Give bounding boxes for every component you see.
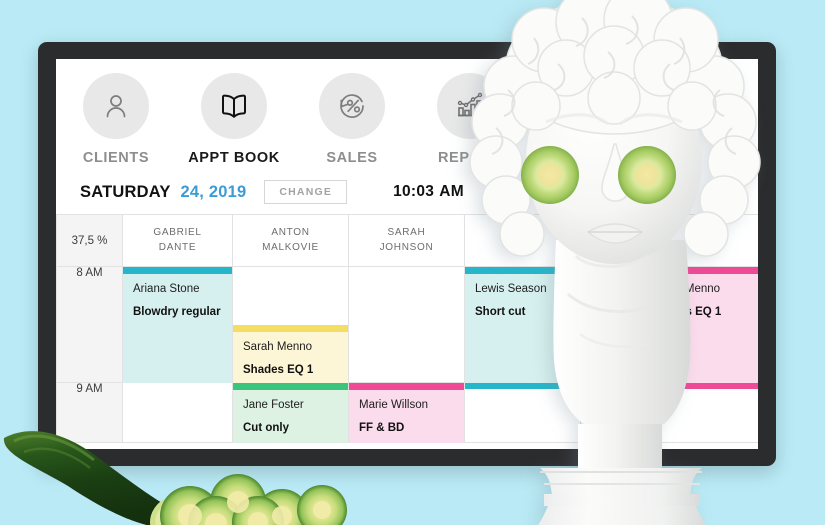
- open-book-icon: [222, 94, 246, 118]
- cucumber-slices: [160, 474, 347, 525]
- person-icon: [106, 95, 126, 118]
- stylist-last-name: MALKOVIE: [262, 241, 319, 253]
- appointment-client: Ariana Stone: [133, 283, 200, 295]
- nav-label-sales: SALES: [326, 150, 378, 166]
- appointment-block[interactable]: Marie Willson FF & BD: [349, 383, 464, 443]
- calendar-cell[interactable]: Ariana Stone Blowdry regular: [122, 266, 233, 383]
- stylist-first-name: GABRIEL: [153, 227, 202, 238]
- statue-pedestal: [538, 424, 706, 525]
- nav-label-appt-book: APPT BOOK: [188, 150, 280, 166]
- appointment-body: Marie Willson FF & BD: [349, 390, 464, 443]
- appointment-color-bar: [123, 267, 232, 274]
- clock-time: 10:03: [393, 183, 435, 200]
- occupancy-rate: 37,5 %: [56, 214, 123, 267]
- statue-neck: [553, 240, 691, 424]
- appointment-color-bar: [349, 383, 464, 390]
- cucumber-slice-left-eye: [521, 146, 579, 204]
- nav-item-clients[interactable]: CLIENTS: [78, 73, 154, 166]
- appointment-block[interactable]: Ariana Stone Blowdry regular: [123, 267, 232, 383]
- appointment-block[interactable]: Sarah Menno Shades EQ 1: [233, 325, 348, 383]
- column-header-stylist[interactable]: GABRIEL DANTE: [122, 214, 233, 267]
- nav-item-appt-book[interactable]: APPT BOOK: [188, 73, 279, 166]
- time-label: 8 AM: [56, 266, 123, 383]
- stylist-last-name: JOHNSON: [379, 241, 434, 253]
- stylist-last-name: DANTE: [158, 241, 197, 253]
- calendar-cell[interactable]: Sarah Menno Shades EQ 1: [232, 266, 349, 383]
- marble-bust-statue: [448, 0, 798, 525]
- appointment-client: Sarah Menno: [243, 341, 313, 353]
- appointment-service: Shades EQ 1: [243, 363, 314, 376]
- appointment-service: Blowdry regular: [133, 305, 221, 318]
- cucumber-slice-right-eye: [618, 146, 676, 204]
- day-of-week-label: SATURDAY: [80, 182, 171, 201]
- percent-refresh-icon: [340, 94, 364, 118]
- screenshot-stage: CLIENTS APPT BOOK SALES SATURDAY 24, 201…: [0, 0, 825, 525]
- cucumber-svg: [3, 431, 347, 525]
- stylist-name: GABRIEL DANTE: [123, 215, 232, 255]
- statue-svg: [469, 0, 761, 525]
- cucumber-and-slices: [0, 424, 350, 525]
- nav-label-clients: CLIENTS: [82, 150, 150, 166]
- column-header-stylist[interactable]: ANTON MALKOVIE: [232, 214, 349, 267]
- appointment-client: Marie Willson: [359, 399, 429, 411]
- nav-icon-circle: [319, 73, 385, 139]
- appointment-body: Sarah Menno Shades EQ 1: [233, 332, 348, 383]
- appointment-color-bar: [233, 383, 348, 390]
- appointment-client: Jane Foster: [243, 399, 304, 411]
- stylist-first-name: SARAH: [387, 227, 426, 238]
- appointment-service: FF & BD: [359, 421, 405, 434]
- nav-icon-circle: [83, 73, 149, 139]
- nav-icon-circle: [201, 73, 267, 139]
- date-label: 24, 2019: [180, 182, 247, 201]
- stylist-name: SARAH JOHNSON: [349, 215, 464, 255]
- appointment-color-bar: [233, 325, 348, 332]
- stylist-name: ANTON MALKOVIE: [233, 215, 348, 255]
- stylist-first-name: ANTON: [271, 227, 310, 238]
- appointment-body: Ariana Stone Blowdry regular: [123, 274, 232, 383]
- change-date-button[interactable]: CHANGE: [264, 180, 348, 204]
- nav-item-sales[interactable]: SALES: [314, 73, 390, 166]
